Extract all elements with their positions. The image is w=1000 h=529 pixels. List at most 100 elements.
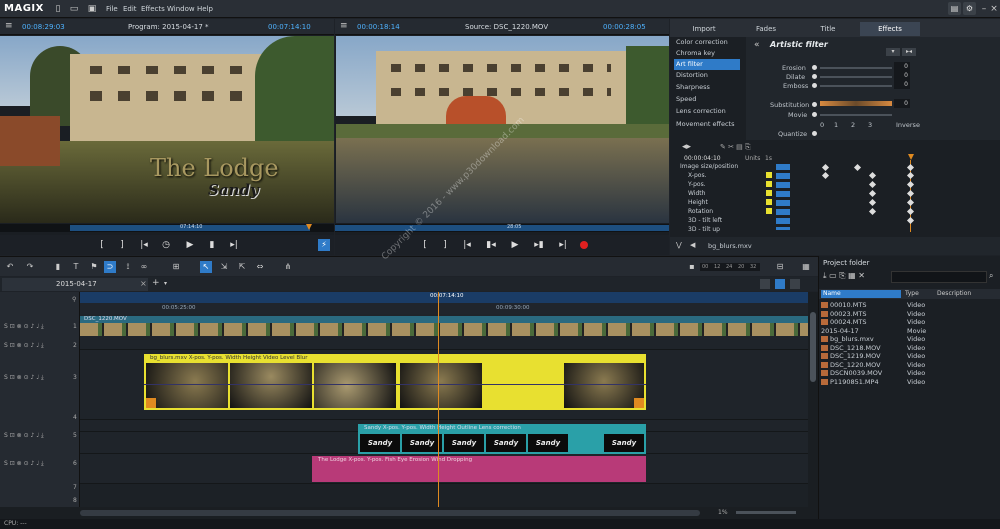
menu-file[interactable]: File	[106, 5, 118, 13]
program-video-frame[interactable]: The Lodge Sandy	[0, 36, 334, 223]
source-video-frame[interactable]	[336, 36, 669, 223]
track-controls-6[interactable]: S ⊡ ⊗ ⊙ ♪ ♩ ⤓	[4, 460, 44, 468]
next-frame-button[interactable]: ▸▮	[533, 240, 545, 250]
col-name[interactable]: Name	[821, 290, 901, 298]
tab-title[interactable]: Title	[798, 22, 858, 36]
keyframe-playhead[interactable]	[908, 154, 914, 160]
list-item[interactable]: DSC_1219.MOV Video	[821, 352, 999, 361]
movie-slider[interactable]	[820, 114, 892, 116]
zoom-slider[interactable]	[736, 511, 796, 514]
go-to-start-button[interactable]: |◂	[461, 240, 473, 250]
track-controls-2[interactable]: S ⊡ ⊗ ⊙ ♪ ♩ ⤓	[4, 342, 44, 350]
split-icon[interactable]: ⟟	[122, 261, 134, 273]
back-icon[interactable]: «	[754, 40, 760, 50]
dilate-knob[interactable]	[812, 74, 817, 79]
col-type[interactable]: Type	[905, 290, 919, 297]
insert-icon[interactable]: ⊞	[170, 261, 182, 273]
export-icon[interactable]: ▤	[948, 2, 961, 15]
record-icon[interactable]	[580, 241, 588, 249]
col-description[interactable]: Description	[937, 290, 971, 297]
menu-effects[interactable]: Effects	[141, 5, 165, 13]
link-icon[interactable]: ∞	[138, 261, 150, 273]
fx-sharpness[interactable]: Sharpness	[674, 82, 740, 93]
fx-movement-effects[interactable]: Movement effects	[674, 119, 740, 130]
trim-tool-icon[interactable]: ⇱	[236, 261, 248, 273]
mark-out-button[interactable]: ]	[439, 240, 451, 250]
open-folder-icon[interactable]: ▭	[68, 3, 80, 15]
fx-distortion[interactable]: Distortion	[674, 70, 740, 81]
list-item[interactable]: P1190851.MP4 Video	[821, 378, 999, 387]
menu-edit[interactable]: Edit	[123, 5, 137, 13]
mark-in-button[interactable]: [	[419, 240, 431, 250]
close-tab-icon[interactable]: ×	[140, 279, 147, 288]
close-icon[interactable]: ×	[988, 3, 1000, 15]
go-to-start-button[interactable]: |◂	[138, 240, 150, 250]
fx-color-correction[interactable]: Color correction	[674, 37, 740, 48]
play-button[interactable]: ▶	[184, 240, 196, 250]
project-tab[interactable]: 2015-04-17	[2, 278, 148, 291]
quantize-knob[interactable]	[812, 131, 817, 136]
undo-icon[interactable]: ↶	[4, 261, 16, 273]
stretch-tool-icon[interactable]: ⇔	[254, 261, 266, 273]
list-item[interactable]: 00010.MTS Video	[821, 301, 999, 310]
list-item[interactable]: DSC_1220.MOV Video	[821, 361, 999, 370]
loop-button[interactable]: ◷	[160, 240, 172, 250]
fx-chroma-key[interactable]: Chroma key	[674, 48, 740, 59]
mixer-icon[interactable]: ⊟	[774, 261, 786, 273]
tab-import[interactable]: Import	[674, 22, 734, 36]
back-arrow-icon[interactable]: ◀	[690, 241, 695, 249]
video-clip-dsc1220[interactable]: DSC_1220.MOV	[80, 316, 808, 336]
go-to-end-button[interactable]: ▸|	[557, 240, 569, 250]
view-icon[interactable]	[760, 279, 770, 289]
save-icon[interactable]: ▣	[86, 3, 98, 15]
track-controls-3[interactable]: S ⊡ ⊗ ⊙ ♪ ♩ ⤓	[4, 374, 44, 382]
redo-icon[interactable]: ↷	[24, 261, 36, 273]
erosion-knob[interactable]	[812, 65, 817, 70]
list-item[interactable]: 00024.MTS Video	[821, 318, 999, 327]
dilate-slider[interactable]	[820, 76, 892, 78]
pointer-tool-icon[interactable]: ↖	[200, 261, 212, 273]
clip-sandy[interactable]: Sandy X-pos. Y-pos. Width Height Outline…	[358, 424, 646, 454]
list-item[interactable]: DSCN0039.MOV Video	[821, 369, 999, 378]
menu-window[interactable]: Window	[167, 5, 195, 13]
track-controls-5[interactable]: S ⊡ ⊗ ⊙ ♪ ♩ ⤓	[4, 432, 44, 440]
fx-art-filter[interactable]: Art filter	[674, 59, 740, 70]
mark-out-button[interactable]: ]	[116, 240, 128, 250]
reset-icon[interactable]: ▸◂	[902, 48, 916, 56]
add-tab-icon[interactable]: +	[152, 278, 160, 288]
playhead-marker[interactable]	[306, 224, 312, 230]
go-to-end-button[interactable]: ▸|	[228, 240, 240, 250]
list-item[interactable]: 00023.MTS Video	[821, 310, 999, 319]
search-input[interactable]	[891, 271, 987, 283]
ripple-icon[interactable]: ⊃	[104, 261, 116, 273]
tab-dropdown-icon[interactable]: ▾	[164, 280, 167, 287]
timeline-playhead[interactable]	[438, 292, 439, 507]
collapse-icon[interactable]: ⋁	[676, 241, 682, 249]
mix-tool-icon[interactable]: ⋔	[282, 261, 294, 273]
hamburger-icon[interactable]: ≡	[5, 21, 13, 31]
list-item[interactable]: bg_blurs.mxv Video	[821, 335, 999, 344]
tab-effects[interactable]: Effects	[860, 22, 920, 36]
folder-tools-icon[interactable]: ⤓ ▭ ⎘ ▦ ✕	[823, 271, 865, 281]
undo-arrow-icon[interactable]: ◂▸	[682, 142, 691, 152]
substitution-slider[interactable]	[820, 101, 892, 106]
menu-help[interactable]: Help	[197, 5, 213, 13]
track-controls-1[interactable]: S ⊡ ⊗ ⊙ ♪ ♩ ⤓	[4, 323, 44, 331]
clip-bg-blurs[interactable]: bg_blurs.mxv X-pos. Y-pos. Width Height …	[144, 354, 646, 410]
erosion-slider[interactable]	[820, 67, 892, 69]
fx-lens-correction[interactable]: Lens correction	[674, 106, 740, 117]
keyframe-tools-icon[interactable]: ✎ ✂ ▤ ⎘	[720, 143, 751, 152]
prev-frame-button[interactable]: ▮◂	[485, 240, 497, 250]
emboss-slider[interactable]	[820, 85, 892, 87]
text-icon[interactable]: T	[70, 261, 82, 273]
emboss-knob[interactable]	[812, 83, 817, 88]
scene-view-icon[interactable]	[790, 279, 800, 289]
volume-icon[interactable]: ▪	[686, 261, 698, 273]
clip-the-lodge[interactable]: The Lodge X-pos. Y-pos. Fish Eye Erosion…	[312, 456, 646, 482]
search-icon[interactable]: ⌕	[989, 271, 993, 281]
range-tool-icon[interactable]: ⇲	[218, 261, 230, 273]
source-scrubber[interactable]: 28:05	[335, 224, 669, 232]
timeline-vscroll[interactable]	[808, 292, 818, 507]
hamburger-icon[interactable]: ≡	[340, 21, 348, 31]
storyboard-icon[interactable]: ▦	[800, 261, 812, 273]
